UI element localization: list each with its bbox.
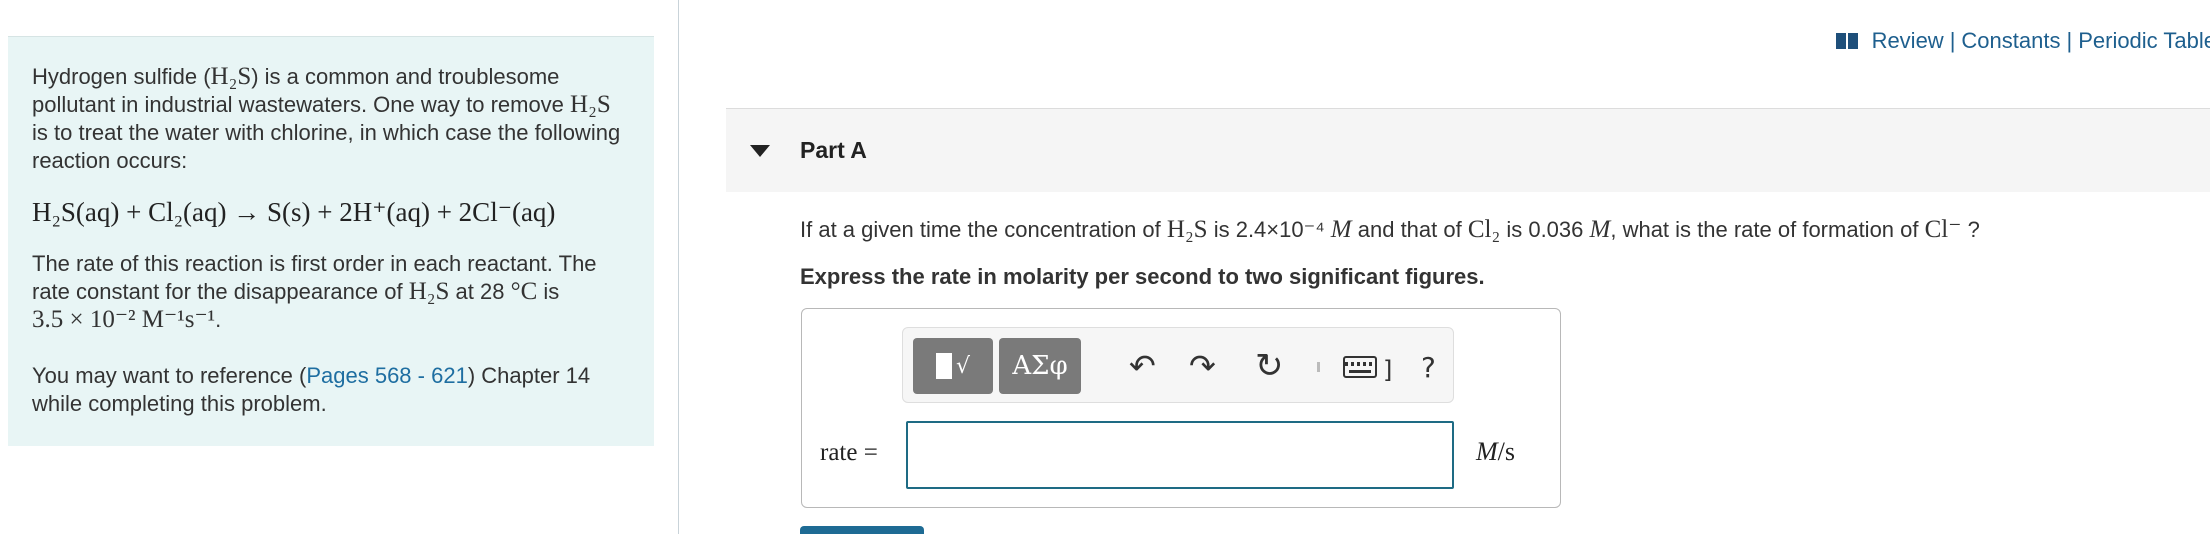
resource-links: Review | Constants | Periodic Table	[1835, 28, 2210, 54]
concentration-cl2: is 0.036	[1506, 217, 1584, 242]
problem-intro-panel: Hydrogen sulfide (H₂S) is a common and t…	[8, 36, 654, 446]
formula-h2s: H₂S	[210, 63, 252, 90]
question-fragment: If at a given time the concentration of	[800, 217, 1161, 242]
intro-text: is to treat the water with chlorine, in …	[32, 120, 621, 173]
book-icon	[1835, 33, 1858, 49]
rate-constant: 3.5 × 10⁻² M⁻¹s⁻¹	[32, 306, 216, 333]
reference-paragraph: You may want to reference (Pages 568 - 6…	[32, 362, 630, 418]
undo-icon[interactable]: ↶	[1129, 346, 1156, 386]
formula-cl2: Cl₂	[1467, 216, 1501, 243]
temperature-unit: °C	[510, 278, 538, 305]
periodic-table-link[interactable]: Periodic Table	[2078, 28, 2210, 54]
rate-input[interactable]	[906, 421, 1454, 489]
answer-instruction: Express the rate in molarity per second …	[800, 264, 1485, 289]
question-text: If at a given time the concentration of …	[800, 214, 1980, 244]
rate-units: M/s	[1476, 437, 1515, 467]
help-icon[interactable]: ?	[1421, 348, 1436, 388]
link-separator: |	[1949, 28, 1956, 53]
templates-icon	[935, 353, 952, 379]
formula-cl-minus: Cl⁻	[1924, 216, 1962, 243]
units-molarity: M	[1476, 437, 1498, 466]
rate-text: is	[543, 279, 560, 304]
constants-link[interactable]: Constants	[1961, 28, 2060, 54]
molarity-unit: M	[1589, 216, 1611, 243]
formula-h2s: H₂S	[570, 91, 611, 118]
rate-paragraph: The rate of this reaction is first order…	[32, 251, 597, 333]
intro-text: Hydrogen sulfide (	[32, 64, 211, 89]
keyboard-icon[interactable]	[1343, 356, 1377, 378]
question-fragment: , what is the rate of formation of	[1610, 217, 1919, 242]
triangle-down-icon[interactable]	[750, 144, 770, 157]
reference-text: You may want to reference (	[32, 363, 307, 388]
units-per-second: /s	[1497, 437, 1516, 466]
submit-button[interactable]	[800, 526, 924, 534]
link-separator: |	[2066, 28, 2073, 53]
templates-button[interactable]: √	[913, 338, 993, 394]
concentration-h2s: is 2.4×10⁻⁴	[1213, 217, 1325, 242]
greek-symbols-button[interactable]: ΑΣφ	[999, 338, 1081, 394]
toolbar-divider	[1317, 362, 1320, 372]
panel-divider	[678, 0, 679, 534]
math-toolbar: √ ΑΣφ ↶ ↷ ↻ ] ?	[902, 327, 1454, 403]
answer-box: √ ΑΣφ ↶ ↷ ↻ ] ? rate = M/s	[801, 308, 1561, 508]
part-a-header[interactable]: Part A	[726, 108, 2210, 192]
pages-reference-link[interactable]: Pages 568 - 621	[306, 363, 467, 388]
part-title: Part A	[800, 137, 867, 163]
question-fragment: and that of	[1357, 217, 1462, 242]
rate-text: at 28	[455, 279, 505, 304]
radical-icon: √	[955, 353, 971, 379]
molarity-unit: M	[1330, 216, 1352, 243]
question-mark: ?	[1967, 217, 1980, 242]
reaction-equation: H₂S(aq) + Cl₂(aq) → S(s) + 2H⁺(aq) + 2Cl…	[32, 197, 556, 227]
intro-paragraph: Hydrogen sulfide (H₂S) is a common and t…	[32, 63, 630, 175]
rate-label: rate =	[820, 439, 878, 466]
keyboard-bracket: ]	[1383, 356, 1393, 384]
formula-h2s: H₂S	[408, 278, 450, 305]
reset-icon[interactable]: ↻	[1255, 346, 1284, 386]
formula-h2s: H₂S	[1166, 216, 1208, 243]
redo-icon[interactable]: ↷	[1189, 346, 1216, 386]
review-link[interactable]: Review	[1872, 28, 1944, 54]
